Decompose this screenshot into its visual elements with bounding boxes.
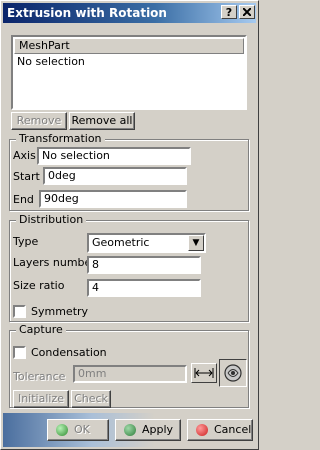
title-bar: Extrusion with Rotation xyxy=(3,3,256,23)
end-label: End xyxy=(13,193,34,206)
layers-label: Layers number xyxy=(13,256,96,269)
apply-icon xyxy=(124,424,136,436)
tolerance-field[interactable]: 0mm xyxy=(73,365,187,383)
meshpart-list[interactable]: MeshPart No selection xyxy=(11,35,247,110)
start-label: Start xyxy=(13,170,40,183)
cancel-label: Cancel xyxy=(214,423,252,436)
condensation-checkbox[interactable] xyxy=(13,346,26,359)
close-icon xyxy=(242,7,252,17)
start-field[interactable]: 0deg xyxy=(43,167,187,185)
dialog-window: Extrusion with Rotation ? MeshPart No se… xyxy=(0,0,259,450)
apply-label: Apply xyxy=(142,423,174,436)
window-title: Extrusion with Rotation xyxy=(7,6,167,20)
remove-button[interactable]: Remove xyxy=(11,112,67,130)
remove-all-button[interactable]: Remove all xyxy=(69,112,135,130)
transformation-legend: Transformation xyxy=(16,132,105,146)
end-field[interactable]: 90deg xyxy=(39,190,187,208)
ratio-field[interactable]: 4 xyxy=(87,279,201,297)
close-button[interactable] xyxy=(239,5,255,19)
axis-label: Axis xyxy=(13,149,36,162)
ratio-label: Size ratio xyxy=(13,279,65,292)
tolerance-measure-button[interactable] xyxy=(191,363,217,383)
help-button[interactable]: ? xyxy=(221,5,237,19)
capture-legend: Capture xyxy=(16,323,66,337)
chevron-down-icon[interactable]: ▼ xyxy=(188,235,204,251)
condensation-label[interactable]: Condensation xyxy=(31,346,107,360)
initialize-button[interactable]: Initialize xyxy=(13,390,69,408)
symmetry-label[interactable]: Symmetry xyxy=(31,305,88,319)
ok-button[interactable]: OK xyxy=(47,419,109,441)
cancel-button[interactable]: Cancel xyxy=(187,419,253,441)
type-select-value: Geometric xyxy=(92,236,150,249)
measure-icon xyxy=(194,368,214,378)
ok-icon xyxy=(56,424,68,436)
type-select[interactable]: Geometric ▼ xyxy=(87,233,206,253)
ok-label: OK xyxy=(74,423,90,436)
apply-button[interactable]: Apply xyxy=(115,419,181,441)
type-label: Type xyxy=(13,235,39,248)
check-button[interactable]: Check xyxy=(71,390,111,408)
capture-display-button[interactable] xyxy=(219,359,247,387)
axis-field[interactable]: No selection xyxy=(37,147,191,165)
dialog-footer: OK Apply Cancel xyxy=(3,413,256,447)
tolerance-label: Tolerance xyxy=(13,370,66,383)
cancel-icon xyxy=(196,424,208,436)
symmetry-checkbox[interactable] xyxy=(13,305,26,318)
list-item[interactable]: No selection xyxy=(13,54,245,70)
meshpart-column-header[interactable]: MeshPart xyxy=(14,38,244,54)
capture-icon xyxy=(224,364,242,382)
layers-field[interactable]: 8 xyxy=(87,256,201,274)
distribution-legend: Distribution xyxy=(16,213,87,227)
